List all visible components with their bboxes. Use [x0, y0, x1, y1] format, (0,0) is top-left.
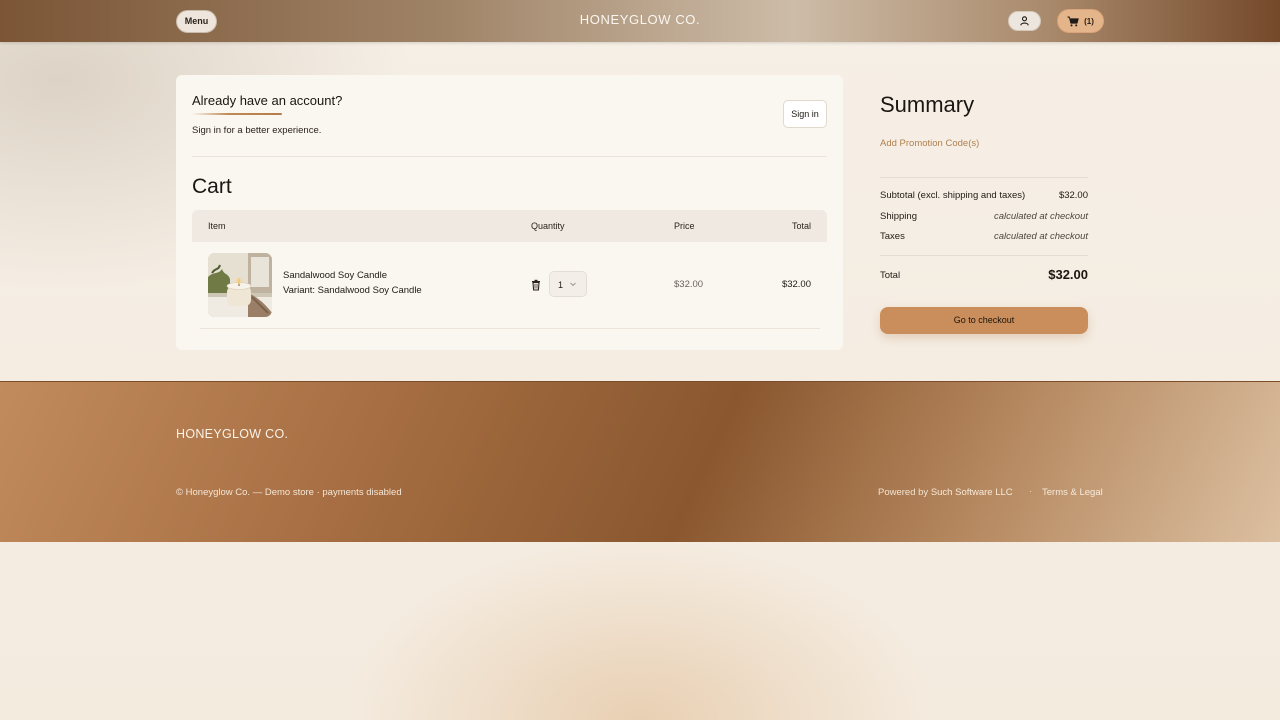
- site-footer: HONEYGLOW CO. © Honeyglow Co. — Demo sto…: [0, 381, 1280, 542]
- quantity-value: 1: [558, 280, 564, 290]
- cart-icon: [1067, 16, 1079, 26]
- chevron-down-icon: [569, 280, 577, 290]
- column-header-quantity: Quantity: [531, 221, 565, 231]
- cart-button[interactable]: (1): [1057, 9, 1104, 33]
- footer-brand[interactable]: HONEYGLOW CO.: [176, 427, 288, 441]
- account-subtitle: Sign in for a better experience.: [192, 125, 322, 136]
- quantity-select[interactable]: 1: [549, 271, 587, 297]
- total-value: $32.00: [1048, 267, 1088, 282]
- summary-divider: [880, 177, 1088, 178]
- shipping-label: Shipping: [880, 211, 917, 222]
- summary-divider: [880, 255, 1088, 256]
- user-icon: [1020, 16, 1029, 26]
- site-brand[interactable]: HONEYGLOW CO.: [540, 12, 740, 30]
- taxes-label: Taxes: [880, 231, 905, 242]
- cart-line-item: Sandalwood Soy Candle Variant: Sandalwoo…: [192, 242, 827, 328]
- menu-button[interactable]: Menu: [176, 10, 217, 33]
- unit-price: $32.00: [674, 279, 704, 290]
- product-variant: Variant: Sandalwood Soy Candle: [283, 285, 422, 296]
- total-label: Total: [880, 270, 901, 281]
- go-to-checkout-button[interactable]: Go to checkout: [880, 307, 1088, 334]
- summary-heading: Summary: [880, 92, 975, 117]
- line-total: $32.00: [781, 279, 811, 290]
- section-divider: [192, 156, 827, 157]
- shipping-value: calculated at checkout: [993, 211, 1088, 222]
- cart-count-badge: (1): [1084, 16, 1094, 26]
- footer-powered-by: Powered by Such Software LLC: [878, 487, 1013, 498]
- product-thumbnail[interactable]: [208, 253, 272, 317]
- column-header-total: Total: [791, 221, 811, 231]
- such-software-link[interactable]: Such Software LLC: [931, 487, 1013, 498]
- heading-accent-underline: [192, 113, 282, 115]
- terms-legal-link[interactable]: Terms & Legal: [1042, 487, 1103, 498]
- taxes-value: calculated at checkout: [993, 231, 1088, 242]
- footer-separator: ·: [1029, 486, 1033, 497]
- trash-icon[interactable]: [530, 278, 542, 291]
- candle-product-image: [208, 253, 272, 317]
- subtotal-value: $32.00: [1058, 190, 1088, 201]
- account-heading: Already have an account?: [192, 93, 343, 108]
- product-name[interactable]: Sandalwood Soy Candle: [283, 270, 387, 281]
- row-divider: [200, 328, 820, 329]
- site-header: Menu HONEYGLOW CO. (1): [0, 0, 1280, 42]
- powered-by-prefix: Powered by: [878, 487, 931, 498]
- cart-heading: Cart: [192, 175, 232, 198]
- add-promotion-code-link[interactable]: Add Promotion Code(s): [880, 138, 979, 149]
- cart-table-header: Item Quantity Price Total: [192, 210, 827, 242]
- subtotal-label: Subtotal (excl. shipping and taxes): [880, 190, 1026, 201]
- footer-copyright: © Honeyglow Co. — Demo store · payments …: [176, 487, 402, 498]
- cart-card: Already have an account? Sign in for a b…: [176, 75, 843, 350]
- account-button[interactable]: [1008, 11, 1041, 31]
- column-header-item: Item: [208, 221, 226, 231]
- sign-in-button[interactable]: Sign in: [783, 100, 827, 128]
- column-header-price: Price: [674, 221, 695, 231]
